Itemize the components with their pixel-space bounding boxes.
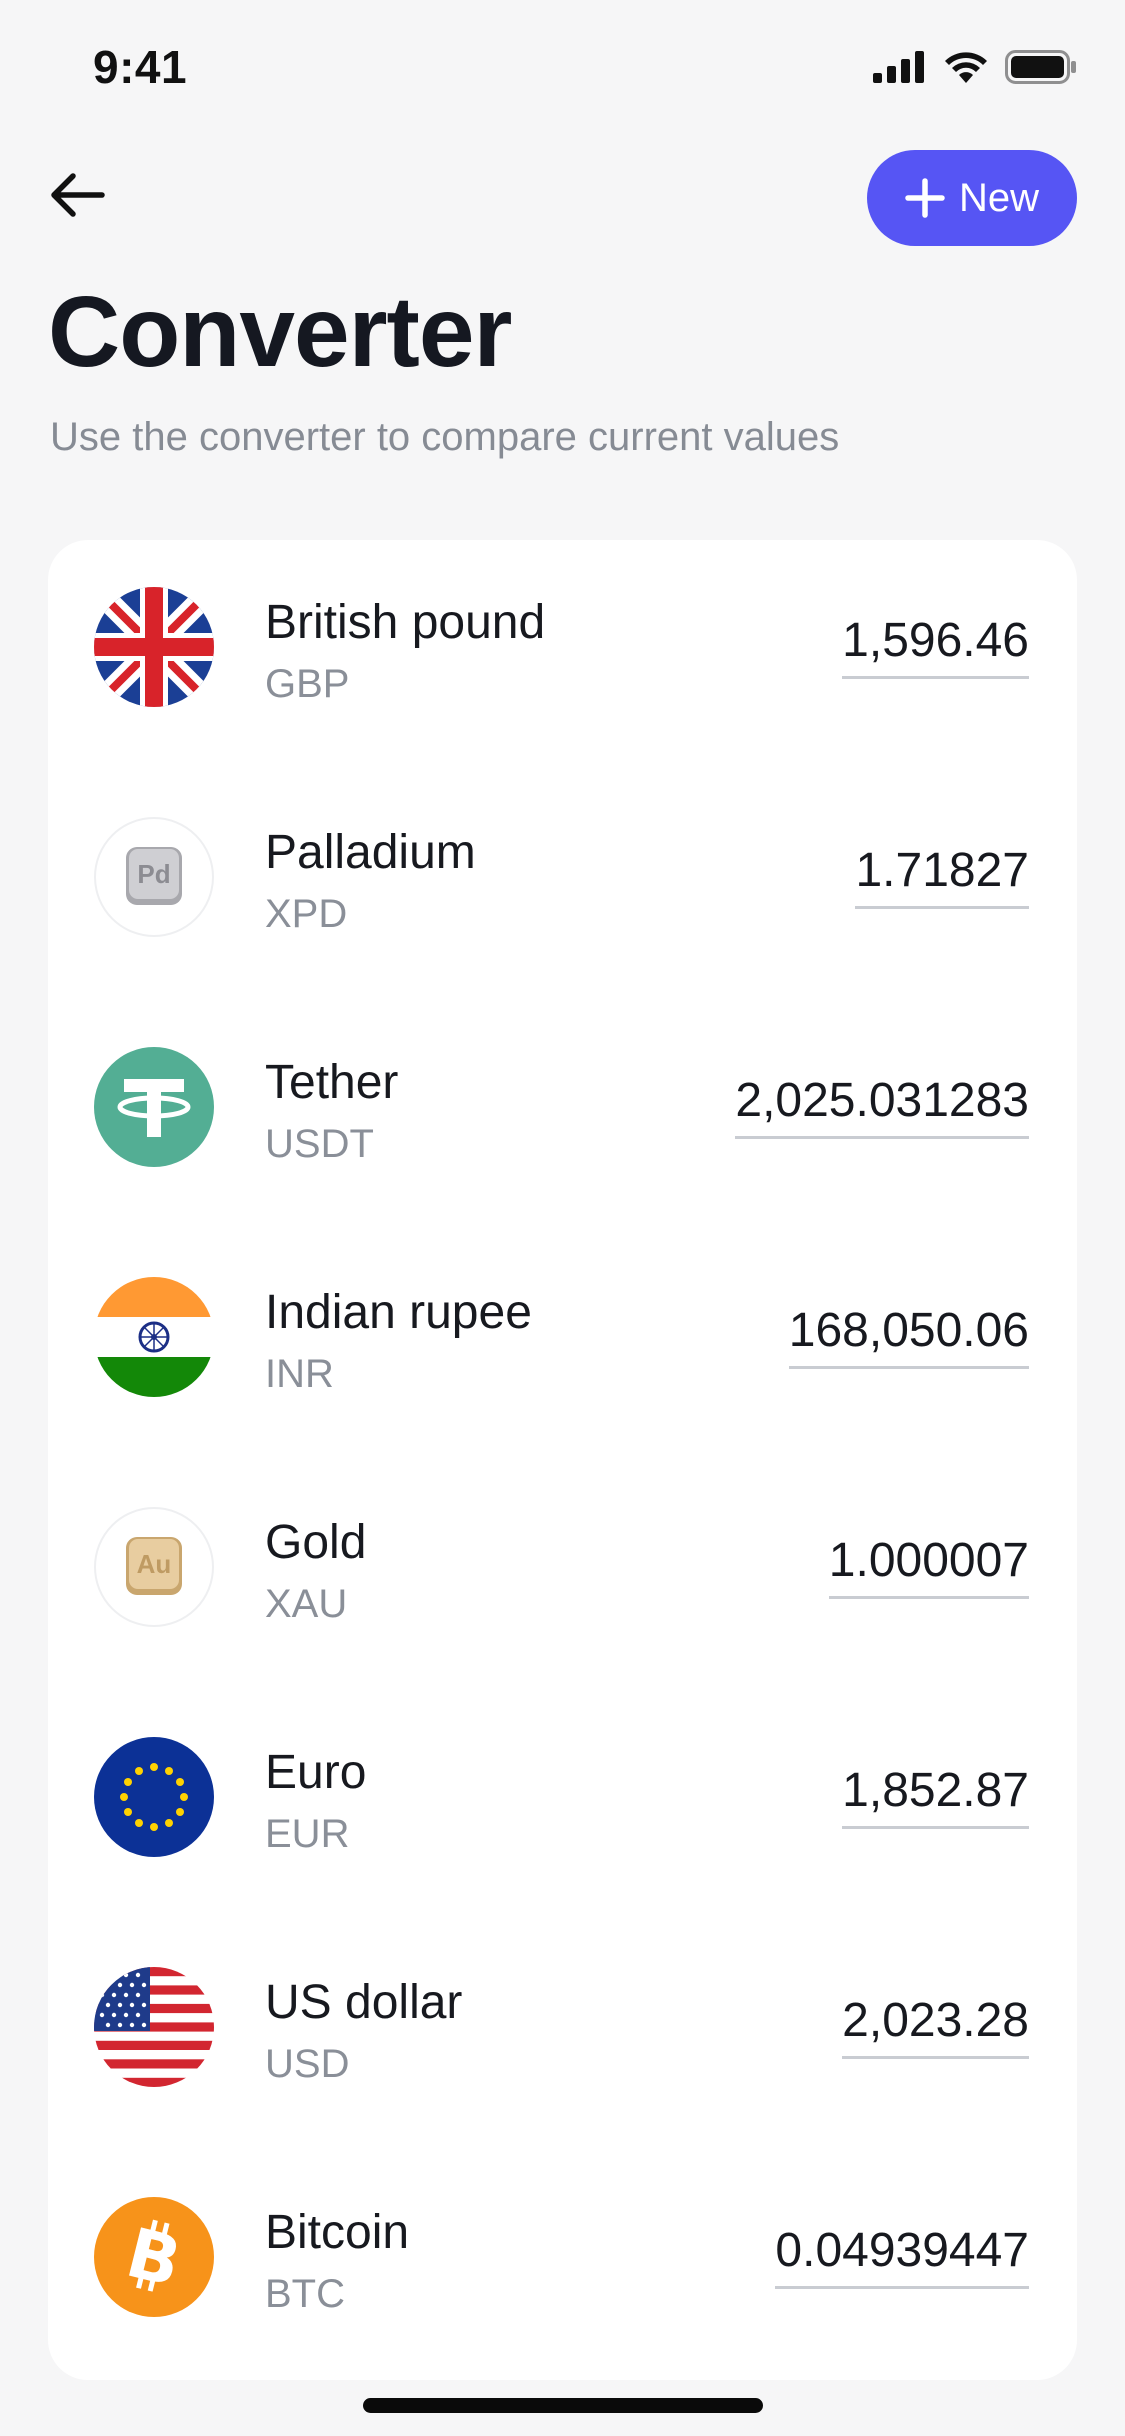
plus-icon [905, 178, 945, 218]
currency-row-usd[interactable]: US dollar USD 2,023.28 [48, 1920, 1077, 2150]
currency-code: EUR [265, 1812, 350, 1856]
new-button-label: New [958, 175, 1040, 220]
currency-name: Palladium [265, 826, 476, 879]
amount-input[interactable]: 2,025.031283 [735, 1074, 1029, 1139]
status-time: 9:41 [93, 41, 188, 93]
currency-name: Indian rupee [265, 1286, 532, 1339]
bitcoin-icon: B [94, 2197, 214, 2317]
back-button[interactable] [42, 160, 112, 230]
currency-name: Bitcoin [265, 2206, 410, 2259]
currency-name: Euro [265, 1746, 367, 1799]
cellular-signal-icon [873, 51, 924, 83]
us-flag-icon [94, 1967, 214, 2087]
gold-bar-icon: Au [94, 1507, 214, 1627]
home-indicator[interactable] [363, 2398, 763, 2413]
india-flag-icon [94, 1277, 214, 1397]
currency-code: BTC [265, 2272, 345, 2316]
currency-row-xau[interactable]: Au Gold XAU 1.000007 [48, 1460, 1077, 1690]
currency-row-inr[interactable]: Indian rupee INR 168,050.06 [48, 1230, 1077, 1460]
currency-list: British pound GBP 1,596.46 Pd Palladium … [48, 540, 1077, 2380]
amount-input[interactable]: 1,596.46 [842, 614, 1029, 679]
wifi-icon [945, 52, 987, 83]
currency-code: XPD [265, 892, 348, 936]
amount-input[interactable]: 2,023.28 [842, 1994, 1029, 2059]
currency-name: British pound [265, 596, 546, 649]
currency-name: Gold [265, 1516, 367, 1569]
currency-name: Tether [265, 1056, 399, 1109]
currency-row-gbp[interactable]: British pound GBP 1,596.46 [48, 540, 1077, 770]
amount-input[interactable]: 1,852.87 [842, 1764, 1029, 1829]
currency-row-btc[interactable]: B Bitcoin BTC 0.04939447 [48, 2150, 1077, 2380]
amount-input[interactable]: 0.04939447 [775, 2224, 1029, 2289]
uk-flag-icon [94, 587, 214, 707]
currency-row-xpd[interactable]: Pd Palladium XPD 1.71827 [48, 770, 1077, 1000]
arrow-left-icon [51, 173, 105, 217]
eu-flag-icon [94, 1737, 214, 1857]
currency-name: US dollar [265, 1976, 463, 2029]
status-icons [873, 50, 1077, 84]
currency-code: USDT [265, 1122, 374, 1166]
amount-input[interactable]: 168,050.06 [788, 1304, 1029, 1369]
page-title: Converter [48, 276, 512, 388]
currency-row-eur[interactable]: Euro EUR 1,852.87 [48, 1690, 1077, 1920]
new-button[interactable]: New [867, 150, 1077, 246]
currency-code: GBP [265, 662, 350, 706]
status-bar: 9:41 [0, 0, 1125, 140]
currency-code: USD [265, 2042, 350, 2086]
tether-icon [94, 1047, 214, 1167]
palladium-bar-icon: Pd [94, 817, 214, 937]
palladium-symbol: Pd [137, 859, 170, 889]
gold-symbol: Au [137, 1549, 172, 1579]
amount-input[interactable]: 1.71827 [855, 844, 1029, 909]
currency-code: XAU [265, 1582, 348, 1626]
battery-icon [1005, 50, 1076, 84]
currency-row-usdt[interactable]: Tether USDT 2,025.031283 [48, 1000, 1077, 1230]
page-subtitle: Use the converter to compare current val… [50, 415, 840, 459]
amount-input[interactable]: 1.000007 [828, 1534, 1029, 1599]
currency-code: INR [265, 1352, 334, 1396]
